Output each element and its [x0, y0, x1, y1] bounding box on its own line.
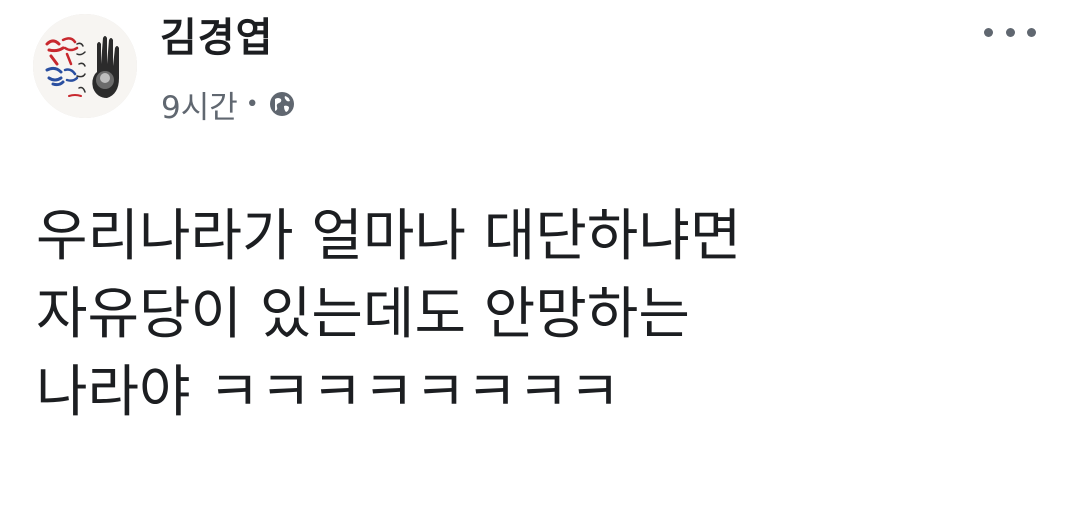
post-text: 우리나라가 얼마나 대단하냐면 자유당이 있는데도 안망하는 나라야 ㅋㅋㅋㅋㅋ… — [36, 198, 1036, 432]
meta-separator: • — [245, 91, 259, 117]
post-meta: 9시간 • — [161, 82, 295, 127]
avatar-image — [33, 14, 137, 118]
globe-icon[interactable] — [269, 91, 295, 117]
post-text-line: 나라야 ㅋㅋㅋㅋㅋㅋㅋㅋ — [36, 360, 621, 425]
more-dot — [984, 27, 993, 37]
post-text-line: 자유당이 있는데도 안망하는 — [36, 282, 690, 347]
more-dot — [1027, 27, 1036, 37]
post-text-line: 우리나라가 얼마나 대단하냐면 — [36, 204, 742, 269]
profile-avatar[interactable] — [33, 14, 137, 118]
post-timestamp[interactable]: 9시간 — [161, 82, 238, 127]
author-name[interactable]: 김경엽 — [160, 12, 273, 64]
more-options-icon[interactable] — [984, 20, 1036, 44]
more-dot — [1005, 27, 1015, 37]
facebook-post: 김경엽 9시간 • 우리나라가 얼마나 대단하냐면 자유당이 있는데도 안망하는… — [0, 0, 1080, 512]
